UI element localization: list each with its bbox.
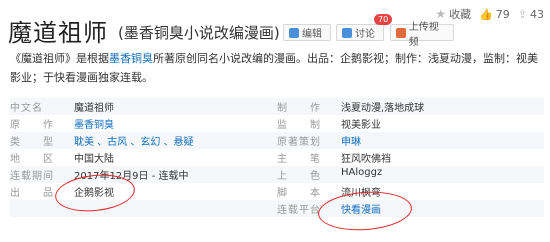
genre-links[interactable]: 耽美 、古风 、玄幻 、悬疑: [74, 133, 194, 148]
info-value: 浅夏动漫,落地成球: [341, 103, 425, 114]
info-label: 监 制: [277, 120, 321, 131]
title-row: 魔道祖师 (墨香铜臭小说改编漫画): [8, 18, 280, 48]
top-actions: ★ 收藏 👍 79 ⇪ 43: [435, 6, 544, 22]
planner-link[interactable]: 申琳: [341, 133, 361, 148]
info-label: 制 作: [277, 103, 321, 114]
info-value: 中国大陆: [74, 154, 114, 165]
info-label: 原著策划: [277, 137, 321, 148]
info-label: 原 作: [10, 120, 54, 131]
share-button[interactable]: ⇪ 43: [518, 8, 544, 21]
intro-paragraph: 《魔道祖师》是根据墨香铜臭所著原创同名小说改编的漫画。出品：企鹅影视；制作：浅夏…: [10, 49, 544, 87]
original-author-link[interactable]: 墨香铜臭: [74, 116, 114, 131]
thumbs-up-icon: 👍: [479, 7, 493, 21]
info-label: 类 型: [10, 137, 54, 148]
edit-label: 编辑: [302, 29, 322, 40]
favorite-label: 收藏: [449, 8, 472, 21]
info-value: 魔道祖师: [74, 103, 114, 114]
edit-button[interactable]: 编辑: [283, 24, 331, 41]
info-value: 视美影业: [341, 120, 381, 131]
info-label: 主 笔: [277, 154, 321, 165]
page-subtitle: (墨香铜臭小说改编漫画): [118, 24, 280, 42]
upload-video-button[interactable]: 上传视频: [390, 22, 454, 48]
info-label: 连载期间: [10, 171, 54, 182]
author-link[interactable]: 墨香铜臭: [109, 52, 153, 65]
info-value: 狂风吹佛裆: [341, 154, 391, 165]
share-icon: ⇪: [517, 7, 527, 21]
pencil-icon: [289, 27, 299, 38]
chat-icon: [342, 27, 352, 38]
info-label: 中文名: [10, 103, 43, 114]
page-title: 魔道祖师: [8, 19, 108, 47]
info-value: HAloggz: [341, 167, 383, 178]
discuss-badge: 70: [374, 14, 393, 25]
upload-label: 上传视频: [408, 21, 439, 48]
info-row: 中文名 魔道祖师 制 作 浅夏动漫,落地成球: [10, 98, 544, 115]
info-label: 上 色: [277, 171, 321, 182]
info-row: 类 型 耽美 、古风 、玄幻 、悬疑 原著策划 申琳: [10, 132, 544, 149]
intro-text-1: 《魔道祖师》是根据: [10, 52, 109, 65]
discuss-button[interactable]: 讨论: [336, 24, 384, 41]
like-count: 79: [495, 7, 510, 21]
like-button[interactable]: 👍 79: [479, 8, 510, 21]
info-row: 原 作 墨香铜臭 监 制 视美影业: [10, 115, 544, 132]
share-count: 43: [530, 7, 544, 21]
info-row: 地 区 中国大陆 主 笔 狂风吹佛裆: [10, 149, 544, 166]
info-label: 地 区: [10, 154, 54, 165]
discuss-label: 讨论: [355, 29, 375, 40]
info-label: 脚 本: [277, 188, 321, 199]
video-icon: [396, 27, 406, 38]
